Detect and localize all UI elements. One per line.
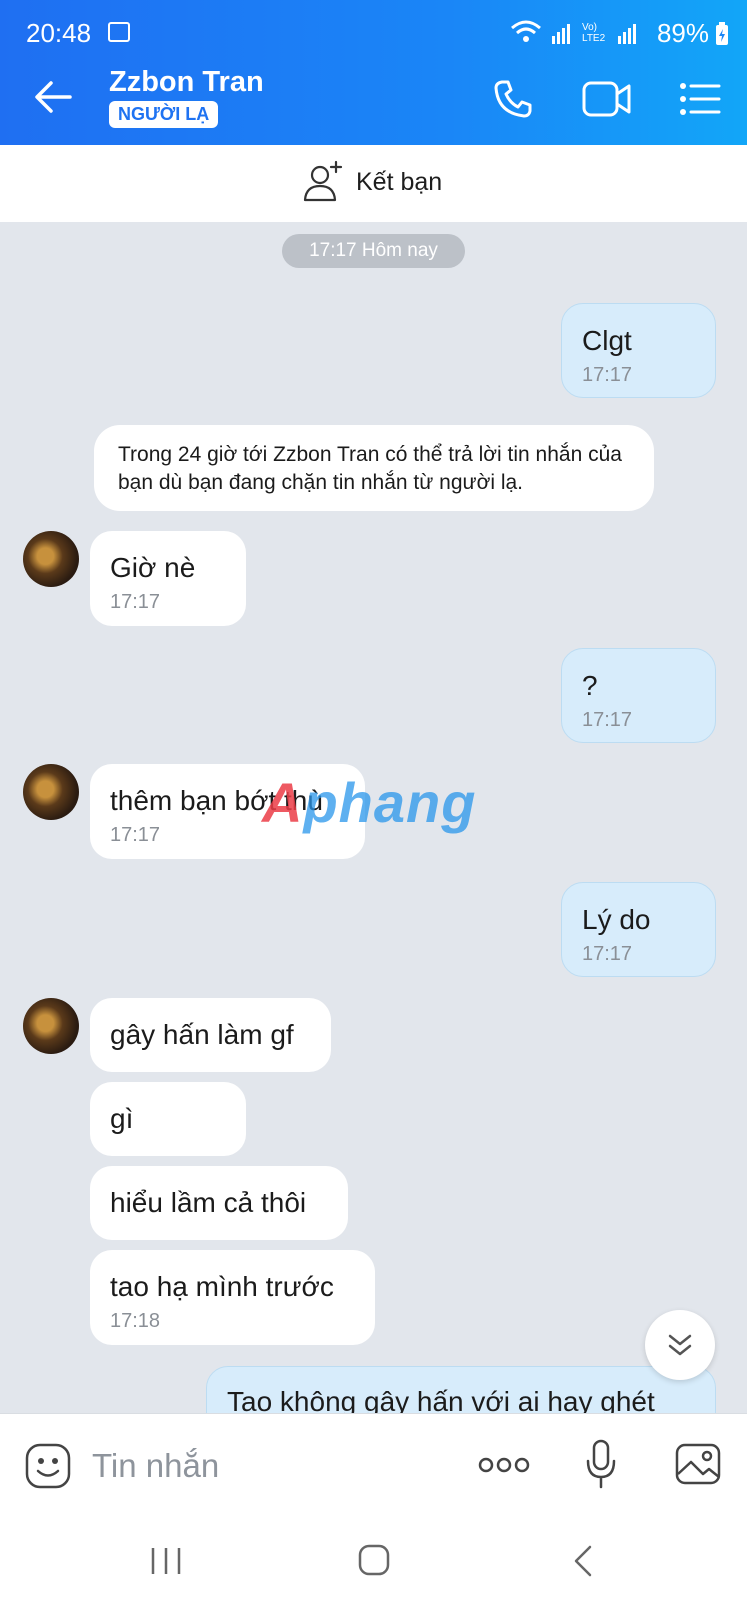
- avatar[interactable]: [23, 531, 79, 587]
- message-text: Giờ nè: [110, 552, 196, 583]
- image-icon[interactable]: [674, 1442, 722, 1486]
- stranger-notice: Trong 24 giờ tới Zzbon Tran có thể trả l…: [94, 425, 654, 511]
- watermark-logo: Aphang: [262, 771, 477, 834]
- add-friend-label[interactable]: Kết bạn: [356, 168, 442, 197]
- message-bubble-received[interactable]: gây hấn làm gf: [90, 998, 331, 1072]
- message-time: 17:17: [582, 943, 633, 965]
- contact-name[interactable]: Zzbon Tran: [109, 66, 264, 99]
- message-bubble-sent[interactable]: ? 17:17: [561, 648, 716, 743]
- message-text: gì: [110, 1103, 134, 1134]
- recent-apps-icon[interactable]: [150, 1546, 182, 1576]
- phone-icon[interactable]: [493, 79, 533, 119]
- message-text: ?: [582, 670, 598, 701]
- message-bubble-received[interactable]: Giờ nè 17:17: [90, 531, 246, 626]
- message-text: Clgt: [582, 325, 632, 356]
- message-bubble-sent[interactable]: Clgt 17:17: [561, 303, 716, 398]
- list-menu-icon[interactable]: [679, 82, 721, 116]
- message-text: hiểu lầm cả thôi: [110, 1187, 307, 1218]
- network-label: Vo) LTE2: [582, 22, 606, 44]
- message-bubble-received[interactable]: tao hạ mình trước 17:18: [90, 1250, 375, 1345]
- avatar[interactable]: [23, 764, 79, 820]
- message-time: 17:17: [110, 591, 161, 613]
- message-time: 17:18: [110, 1310, 161, 1332]
- battery-percent: 89%: [656, 18, 709, 48]
- message-input[interactable]: [90, 1442, 434, 1490]
- more-dots-icon[interactable]: [478, 1454, 530, 1476]
- system-nav-bar: [0, 1523, 747, 1600]
- microphone-icon[interactable]: [584, 1438, 618, 1490]
- signal-icon: [552, 24, 572, 44]
- home-icon[interactable]: [358, 1544, 390, 1576]
- message-text: gây hấn làm gf: [110, 1019, 294, 1050]
- composer: [0, 1413, 747, 1524]
- status-image-icon: [108, 22, 130, 42]
- arrow-left-icon[interactable]: [34, 80, 72, 114]
- avatar[interactable]: [23, 998, 79, 1054]
- message-time: 17:17: [582, 709, 633, 731]
- emoji-icon[interactable]: [24, 1442, 72, 1490]
- chat-header: 20:48 Vo) LTE2 89% Zzbon Tran NGƯỜI LẠ: [0, 0, 747, 145]
- add-friend-bar[interactable]: Kết bạn: [0, 145, 747, 222]
- add-user-icon: [303, 160, 343, 202]
- wifi-icon: [511, 20, 541, 42]
- status-time: 20:48: [26, 18, 92, 48]
- message-bubble-received[interactable]: hiểu lầm cả thôi: [90, 1166, 348, 1240]
- nav-back-icon[interactable]: [572, 1544, 594, 1578]
- message-time: 17:17: [582, 364, 633, 386]
- message-text: tao hạ mình trước: [110, 1271, 334, 1302]
- message-bubble-received[interactable]: gì: [90, 1082, 246, 1156]
- scroll-to-bottom-button[interactable]: [645, 1310, 715, 1380]
- double-chevron-down-icon: [668, 1334, 692, 1356]
- signal-icon-2: [618, 24, 638, 44]
- video-camera-icon[interactable]: [582, 80, 632, 118]
- status-icons: Vo) LTE2: [510, 20, 638, 44]
- date-separator: 17:17 Hôm nay: [282, 234, 465, 268]
- message-text: Lý do: [582, 904, 651, 935]
- battery-icon: [716, 21, 728, 45]
- stranger-badge: NGƯỜI LẠ: [109, 101, 219, 128]
- message-bubble-sent[interactable]: Lý do 17:17: [561, 882, 716, 977]
